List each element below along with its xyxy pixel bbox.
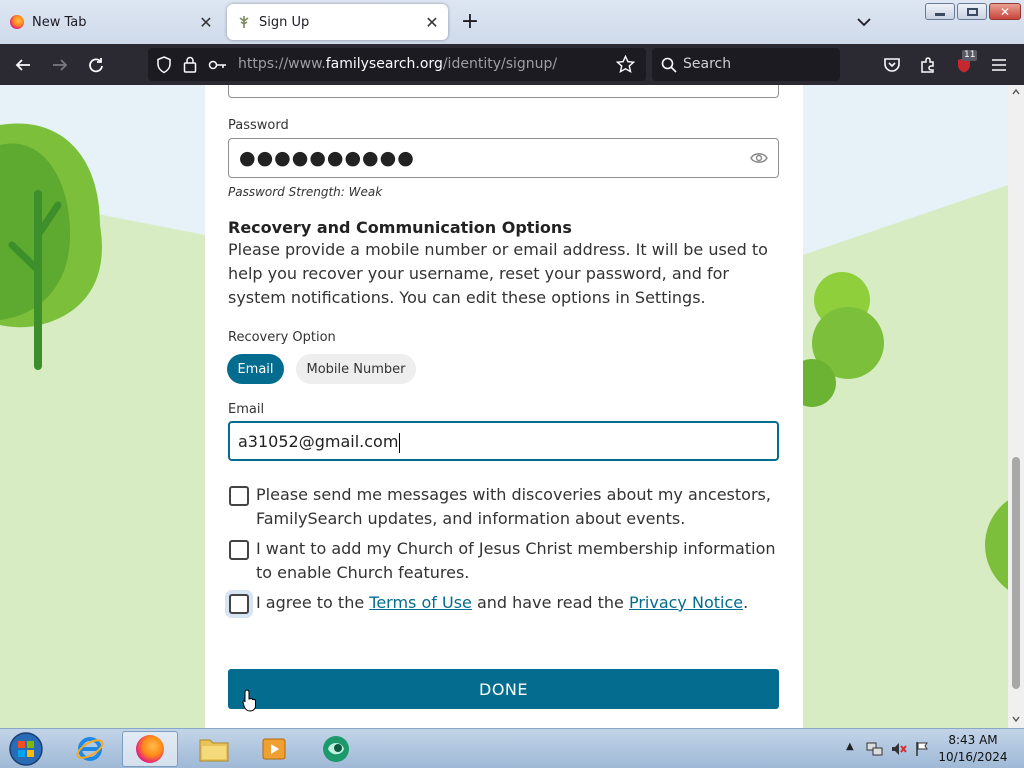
restore-button[interactable]: [957, 3, 987, 20]
search-input[interactable]: Search: [652, 48, 840, 81]
email-value: a31052@gmail.com: [238, 432, 401, 453]
bookmark-star-icon[interactable]: [616, 55, 635, 74]
key-icon[interactable]: [208, 59, 228, 71]
scrollbar-thumb[interactable]: [1012, 457, 1020, 689]
navigation-toolbar: https://www.familysearch.org/identity/si…: [0, 44, 1024, 85]
close-window-button[interactable]: ✕: [989, 3, 1021, 20]
familysearch-tree-icon: [239, 16, 249, 28]
close-tab-icon[interactable]: ✕: [194, 13, 218, 32]
password-strength: Password Strength: Weak: [228, 185, 383, 199]
previous-text-field[interactable]: [228, 85, 779, 98]
extension-badge: 11: [962, 50, 978, 61]
show-hidden-icons-icon[interactable]: ▲: [846, 741, 854, 752]
recovery-description: Please provide a mobile number or email …: [228, 240, 768, 307]
agree-terms-label: I agree to the Terms of Use and have rea…: [256, 593, 749, 612]
scroll-up-arrow-icon[interactable]: [1012, 89, 1020, 95]
page-viewport: Password ●●●●●●●●●● Password Strength: W…: [0, 85, 1008, 728]
search-icon: [661, 57, 677, 73]
chevron-down-icon[interactable]: [854, 10, 874, 34]
url-bar[interactable]: https://www.familysearch.org/identity/si…: [148, 48, 646, 81]
privacy-notice-link[interactable]: Privacy Notice: [629, 593, 743, 612]
app-globe-icon: [323, 736, 349, 762]
minimize-button[interactable]: [925, 3, 955, 20]
menu-hamburger-icon[interactable]: [986, 52, 1012, 78]
media-player-icon: [262, 738, 286, 760]
folder-icon: [199, 739, 229, 762]
tab-title: New Tab: [32, 14, 87, 30]
clock-time[interactable]: 8:43 AM: [933, 733, 1013, 747]
taskbar-file-explorer[interactable]: [186, 731, 242, 767]
done-button[interactable]: DONE: [228, 669, 779, 709]
tab-new-tab[interactable]: New Tab ✕: [0, 4, 222, 40]
scroll-down-arrow-icon[interactable]: [1012, 716, 1020, 722]
action-center-flag-icon[interactable]: [914, 741, 930, 757]
firefox-icon: [10, 15, 24, 29]
internet-explorer-icon: [76, 737, 104, 761]
text-caret: [399, 432, 401, 453]
new-tab-plus-icon[interactable]: +: [458, 10, 482, 34]
password-value: ●●●●●●●●●●: [239, 147, 415, 169]
terms-of-use-link[interactable]: Terms of Use: [369, 593, 472, 612]
windows-taskbar: ▲ 8:43 AM 10/16/2024: [0, 728, 1024, 768]
taskbar-media-player[interactable]: [246, 731, 302, 767]
email-option-button[interactable]: Email: [227, 354, 284, 384]
vertical-scrollbar[interactable]: [1008, 85, 1024, 728]
discoveries-checkbox-label: Please send me messages with discoveries…: [256, 485, 771, 528]
mobile-number-option-button[interactable]: Mobile Number: [296, 354, 416, 384]
email-label: Email: [228, 402, 265, 417]
close-tab-icon[interactable]: ✕: [420, 13, 444, 32]
church-membership-checkbox-label: I want to add my Church of Jesus Christ …: [256, 539, 776, 582]
reload-icon[interactable]: [83, 52, 109, 78]
pocket-icon[interactable]: [879, 52, 905, 78]
tab-sign-up[interactable]: Sign Up ✕: [227, 4, 448, 40]
hand-pointer-cursor-icon: [242, 689, 256, 712]
taskbar-app[interactable]: [308, 731, 364, 767]
start-menu-orb-icon[interactable]: [7, 731, 45, 767]
password-label: Password: [228, 118, 289, 133]
firefox-icon: [136, 735, 164, 763]
search-placeholder: Search: [683, 56, 732, 72]
recovery-heading: Recovery and Communication Options: [228, 218, 572, 237]
recovery-option-label: Recovery Option: [228, 330, 336, 345]
email-field[interactable]: a31052@gmail.com: [228, 421, 779, 461]
taskbar-internet-explorer[interactable]: [62, 731, 118, 767]
agree-terms-checkbox[interactable]: [229, 594, 249, 614]
discoveries-checkbox[interactable]: [229, 486, 249, 506]
signup-form-card: Password ●●●●●●●●●● Password Strength: W…: [205, 85, 803, 728]
volume-muted-icon[interactable]: [890, 741, 908, 757]
tab-title: Sign Up: [259, 14, 310, 30]
url-text: https://www.familysearch.org/identity/si…: [238, 56, 558, 72]
shield-icon[interactable]: [156, 56, 172, 74]
taskbar-firefox[interactable]: [122, 731, 178, 767]
extensions-puzzle-icon[interactable]: [915, 52, 941, 78]
password-field[interactable]: ●●●●●●●●●●: [228, 138, 779, 178]
church-membership-checkbox[interactable]: [229, 540, 249, 560]
tab-strip: New Tab ✕ Sign Up ✕ + ✕: [0, 0, 1024, 44]
lock-icon[interactable]: [183, 56, 197, 73]
back-icon[interactable]: [10, 52, 36, 78]
show-password-eye-icon[interactable]: [750, 151, 768, 165]
forward-icon[interactable]: [47, 52, 73, 78]
clock-date[interactable]: 10/16/2024: [933, 750, 1013, 764]
network-icon[interactable]: [866, 741, 884, 757]
